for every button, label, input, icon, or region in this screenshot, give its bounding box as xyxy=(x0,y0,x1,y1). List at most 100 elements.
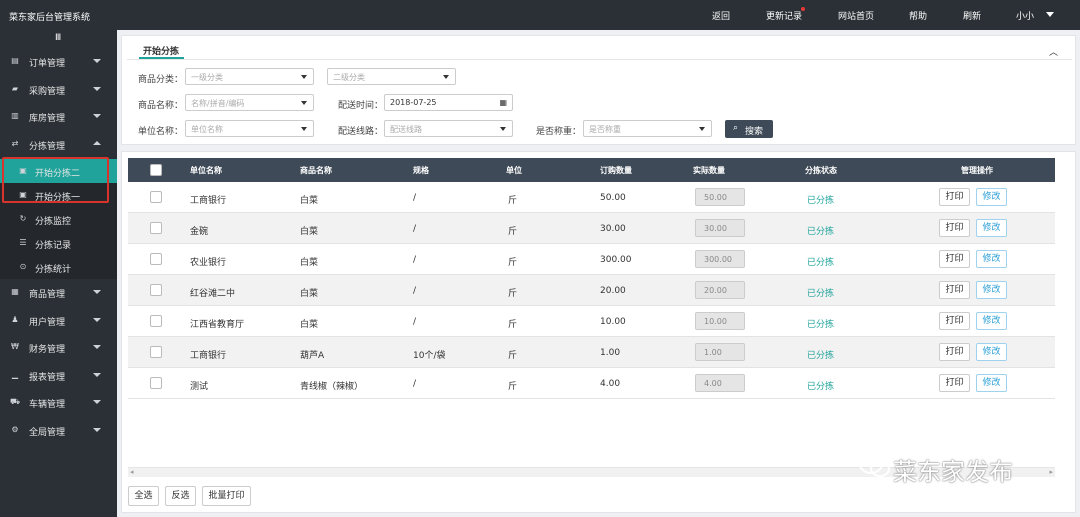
sidebar-item-label: 订单管理 xyxy=(29,59,66,69)
row-checkbox[interactable] xyxy=(150,346,162,358)
cell-order-qty: 10.00 xyxy=(600,317,626,327)
col-unit-name: 单位名称 xyxy=(190,166,222,175)
print-button[interactable]: 打印 xyxy=(939,281,970,299)
table-row: 工商银行 白菜 / 斤 50.00 50.00 已分拣 打印 修改 xyxy=(128,182,1055,213)
actual-qty-value: 50.00 xyxy=(704,193,727,202)
sidebar-item-global[interactable]: ⚙ 全局管理 xyxy=(0,417,117,443)
col-actual-qty: 实际数量 xyxy=(693,166,725,175)
nav-changelog[interactable]: 更新记录 xyxy=(766,9,802,22)
row-checkbox[interactable] xyxy=(150,377,162,389)
cell-unit: 斤 xyxy=(508,227,518,237)
category1-placeholder: 一级分类 xyxy=(191,73,223,82)
print-button[interactable]: 打印 xyxy=(939,188,970,206)
actual-qty-input[interactable]: 1.00 xyxy=(695,343,745,361)
col-status: 分拣状态 xyxy=(805,166,837,175)
cell-unit: 斤 xyxy=(508,320,518,330)
sidebar-subitem-label: 分拣记录 xyxy=(35,241,72,251)
sidebar-item-label: 全局管理 xyxy=(29,428,66,438)
route-label: 配送线路： xyxy=(338,127,384,137)
chevron-down-icon xyxy=(93,87,101,91)
edit-button[interactable]: 修改 xyxy=(976,281,1007,299)
sidebar-item-purchase[interactable]: ▰ 采购管理 xyxy=(0,76,117,102)
actual-qty-input[interactable]: 300.00 xyxy=(695,250,745,268)
cell-unit-name: 红谷滩二中 xyxy=(190,289,236,299)
chevron-down-icon xyxy=(93,345,101,349)
print-button[interactable]: 打印 xyxy=(939,219,970,237)
scroll-right-icon[interactable]: ▸ xyxy=(1049,468,1053,476)
sidebar-item-warehouse[interactable]: ▥ 库房管理 xyxy=(0,103,117,129)
cell-spec: / xyxy=(413,224,417,234)
row-checkbox[interactable] xyxy=(150,191,162,203)
chevron-down-icon[interactable] xyxy=(1046,12,1054,17)
table-row: 工商银行 葫芦A 10个/袋 斤 1.00 1.00 已分拣 打印 修改 xyxy=(128,337,1055,368)
category-label: 商品分类： xyxy=(138,75,184,85)
search-button[interactable]: ⌕ 搜索 xyxy=(725,120,773,138)
user-menu[interactable]: 小小 xyxy=(1016,9,1034,22)
nav-back[interactable]: 返回 xyxy=(712,9,730,22)
select-all-button[interactable]: 全选 xyxy=(128,486,159,506)
batch-print-button[interactable]: 批量打印 xyxy=(202,486,251,506)
sidebar-item-sorting[interactable]: ⇄ 分拣管理 xyxy=(0,131,117,157)
actual-qty-input[interactable]: 10.00 xyxy=(695,312,745,330)
warehouse-icon: ▥ xyxy=(11,111,19,120)
scroll-left-icon[interactable]: ◂ xyxy=(130,468,134,476)
date-input[interactable]: 2018-07-25 ▦ xyxy=(384,94,513,111)
edit-button[interactable]: 修改 xyxy=(976,250,1007,268)
cell-unit-name: 测试 xyxy=(190,382,209,392)
actual-qty-value: 4.00 xyxy=(704,379,722,388)
col-unit: 单位 xyxy=(506,166,522,175)
print-button[interactable]: 打印 xyxy=(939,312,970,330)
cell-status: 已分拣 xyxy=(807,227,835,237)
sidebar-subitem-monitor[interactable]: ↻ 分拣监控 xyxy=(0,207,117,231)
cell-goods: 白菜 xyxy=(300,289,319,299)
sidebar-subitem-records[interactable]: ☰ 分拣记录 xyxy=(0,231,117,255)
actual-qty-input[interactable]: 20.00 xyxy=(695,281,745,299)
goods-select[interactable]: 名称/拼音/编码 xyxy=(185,94,314,111)
chevron-down-icon xyxy=(93,318,101,322)
edit-button[interactable]: 修改 xyxy=(976,219,1007,237)
table-row: 江西省教育厅 白菜 / 斤 10.00 10.00 已分拣 打印 修改 xyxy=(128,306,1055,337)
row-checkbox[interactable] xyxy=(150,284,162,296)
edit-button[interactable]: 修改 xyxy=(976,312,1007,330)
row-checkbox[interactable] xyxy=(150,253,162,265)
tab-start-sort[interactable]: 开始分拣 xyxy=(143,44,179,57)
sidebar-item-goods[interactable]: ▦ 商品管理 xyxy=(0,279,117,305)
sort-icon: ⇄ xyxy=(11,139,19,148)
weigh-select[interactable]: 是否称重 xyxy=(583,120,712,137)
sidebar-subitem-stats[interactable]: ⊙ 分拣统计 xyxy=(0,255,117,279)
actual-qty-input[interactable]: 30.00 xyxy=(695,219,745,237)
edit-button[interactable]: 修改 xyxy=(976,188,1007,206)
sidebar-toggle-icon[interactable]: Ⅲ xyxy=(55,33,61,43)
nav-home[interactable]: 网站首页 xyxy=(838,9,874,22)
sidebar-item-finance[interactable]: ₩ 财务管理 xyxy=(0,334,117,360)
sidebar-item-orders[interactable]: ▤ 订单管理 xyxy=(0,48,117,74)
nav-help[interactable]: 帮助 xyxy=(909,9,927,22)
edit-button[interactable]: 修改 xyxy=(976,343,1007,361)
print-button[interactable]: 打印 xyxy=(939,343,970,361)
row-checkbox[interactable] xyxy=(150,222,162,234)
invert-selection-button[interactable]: 反选 xyxy=(165,486,196,506)
tab-divider xyxy=(127,59,1072,60)
category1-select[interactable]: 一级分类 xyxy=(185,68,314,85)
sidebar-item-reports[interactable]: ▁ 报表管理 xyxy=(0,362,117,388)
print-button[interactable]: 打印 xyxy=(939,250,970,268)
watermark-text: 菜东家发布 xyxy=(893,458,1013,486)
unit-select[interactable]: 单位名称 xyxy=(185,120,314,137)
sidebar-item-users[interactable]: ♟ 用户管理 xyxy=(0,307,117,333)
calendar-icon[interactable]: ▦ xyxy=(499,98,507,107)
report-icon: ▁ xyxy=(11,370,19,379)
route-select[interactable]: 配送线路 xyxy=(384,120,513,137)
cell-goods: 白菜 xyxy=(300,227,319,237)
actual-qty-input[interactable]: 50.00 xyxy=(695,188,745,206)
sidebar-item-vehicles[interactable]: ⛟ 车辆管理 xyxy=(0,389,117,415)
actual-qty-input[interactable]: 4.00 xyxy=(695,374,745,392)
row-checkbox[interactable] xyxy=(150,315,162,327)
edit-button[interactable]: 修改 xyxy=(976,374,1007,392)
cell-unit: 斤 xyxy=(508,196,518,206)
select-all-checkbox[interactable] xyxy=(150,164,162,176)
collapse-icon[interactable]: ︿ xyxy=(1049,45,1061,58)
table-row: 农业银行 白菜 / 斤 300.00 300.00 已分拣 打印 修改 xyxy=(128,244,1055,275)
print-button[interactable]: 打印 xyxy=(939,374,970,392)
category2-select[interactable]: 二级分类 xyxy=(327,68,456,85)
nav-refresh[interactable]: 刷新 xyxy=(963,9,981,22)
